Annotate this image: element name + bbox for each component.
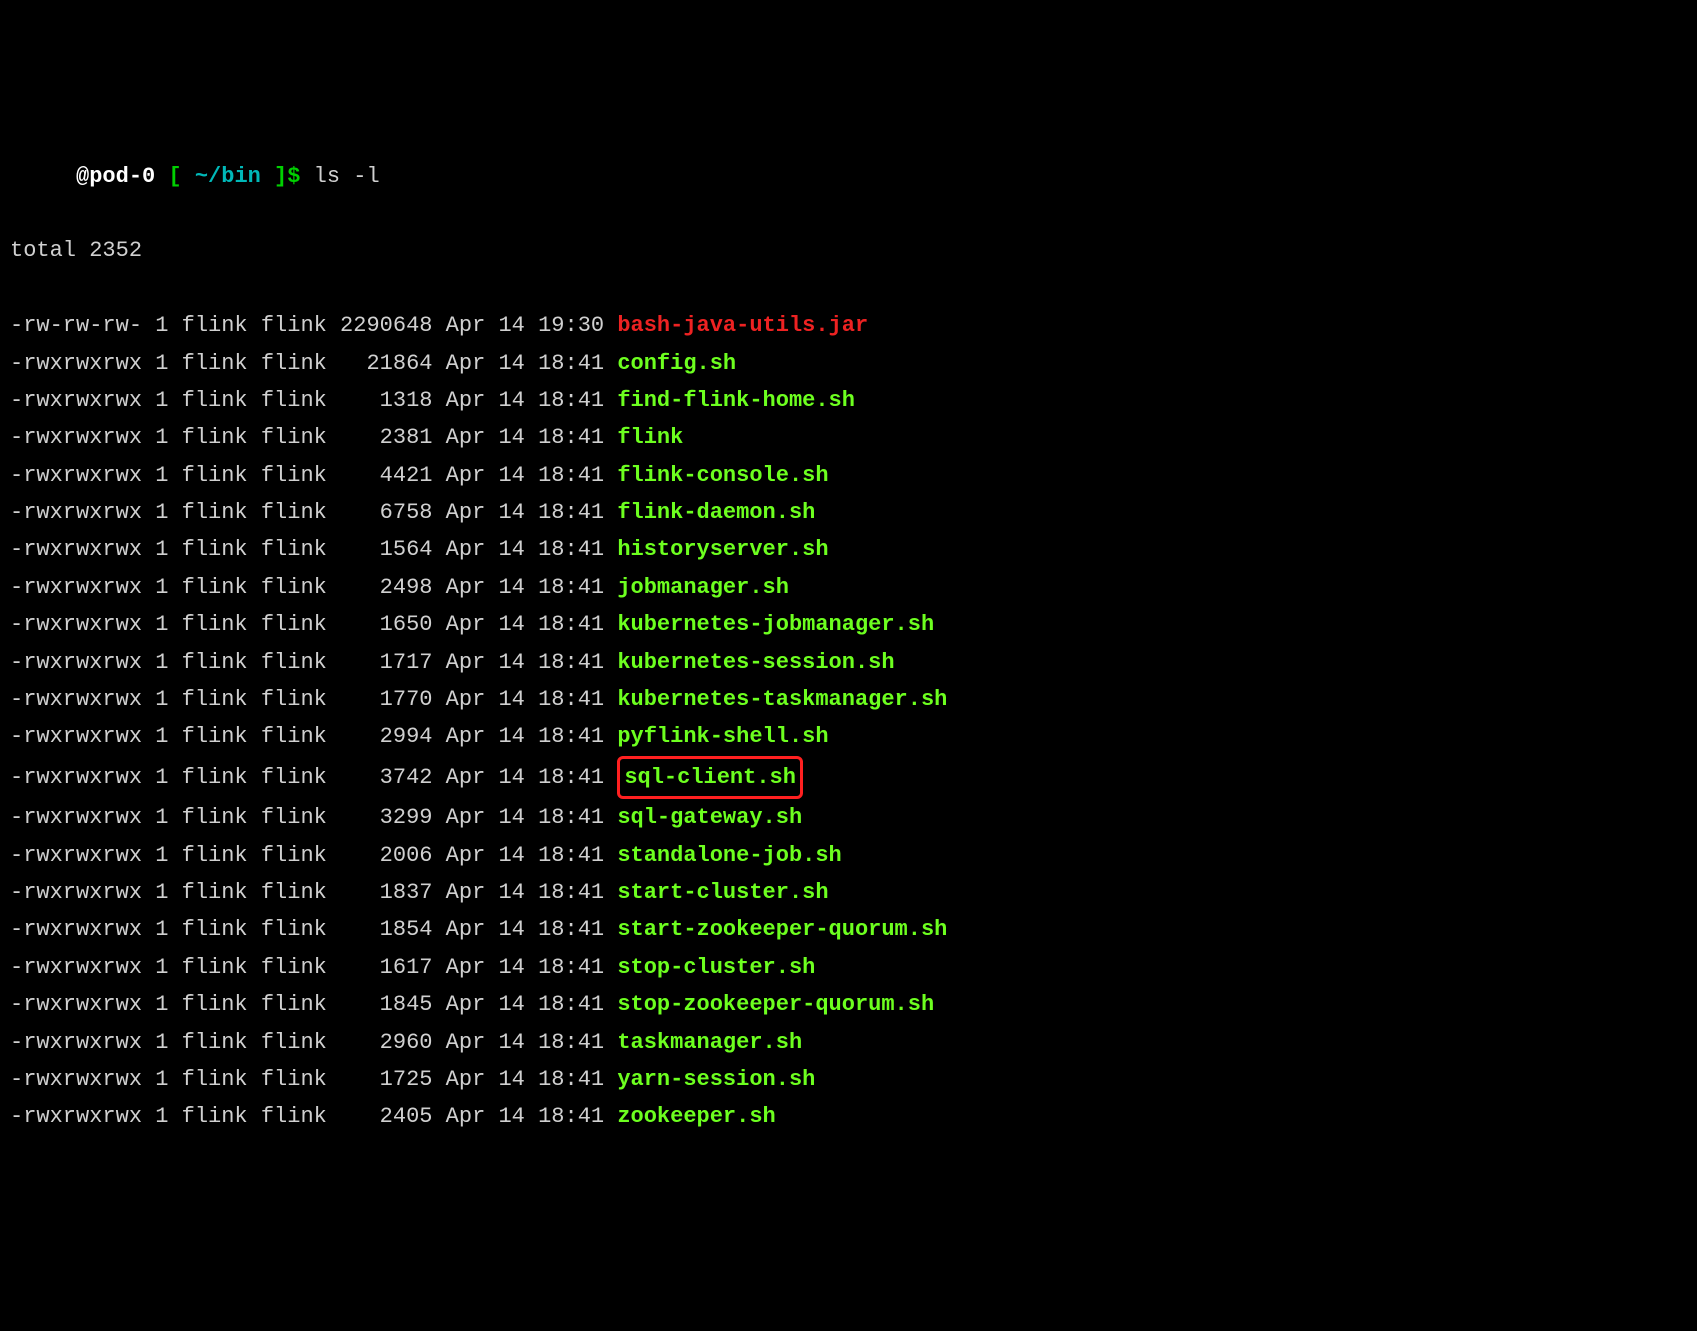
ls-row-filename: kubernetes-taskmanager.sh <box>617 687 947 712</box>
prompt-path: ~/bin <box>195 164 261 189</box>
ls-row-filename: sql-gateway.sh <box>617 805 802 830</box>
ls-row-filename: flink-daemon.sh <box>617 500 815 525</box>
ls-row: -rwxrwxrwx 1 flink flink 6758 Apr 14 18:… <box>10 494 1687 531</box>
prompt-bracket-close: ]$ <box>261 164 314 189</box>
ls-row-meta: -rwxrwxrwx 1 flink flink 1318 Apr 14 18:… <box>10 388 617 413</box>
ls-row-meta: -rwxrwxrwx 1 flink flink 2405 Apr 14 18:… <box>10 1104 617 1129</box>
ls-row-meta: -rwxrwxrwx 1 flink flink 1770 Apr 14 18:… <box>10 687 617 712</box>
ls-row-meta: -rwxrwxrwx 1 flink flink 2960 Apr 14 18:… <box>10 1030 617 1055</box>
ls-row: -rwxrwxrwx 1 flink flink 2405 Apr 14 18:… <box>10 1098 1687 1135</box>
ls-row-filename: kubernetes-jobmanager.sh <box>617 612 934 637</box>
ls-row-filename: config.sh <box>617 351 736 376</box>
ls-row-meta: -rwxrwxrwx 1 flink flink 4421 Apr 14 18:… <box>10 463 617 488</box>
prompt-line[interactable]: @pod-0 [ ~/bin ]$ ls -l <box>10 158 1687 195</box>
ls-row-filename: taskmanager.sh <box>617 1030 802 1055</box>
ls-row-filename: find-flink-home.sh <box>617 388 855 413</box>
ls-row-filename: jobmanager.sh <box>617 575 789 600</box>
ls-row-meta: -rwxrwxrwx 1 flink flink 1837 Apr 14 18:… <box>10 880 617 905</box>
ls-row: -rwxrwxrwx 1 flink flink 1770 Apr 14 18:… <box>10 681 1687 718</box>
ls-row: -rwxrwxrwx 1 flink flink 1650 Apr 14 18:… <box>10 606 1687 643</box>
ls-row-filename: bash-java-utils.jar <box>617 313 868 338</box>
ls-row: -rwxrwxrwx 1 flink flink 2994 Apr 14 18:… <box>10 718 1687 755</box>
ls-row-meta: -rwxrwxrwx 1 flink flink 2498 Apr 14 18:… <box>10 575 617 600</box>
ls-row-filename: start-cluster.sh <box>617 880 828 905</box>
ls-row: -rwxrwxrwx 1 flink flink 2498 Apr 14 18:… <box>10 569 1687 606</box>
ls-row-filename-highlighted: sql-client.sh <box>617 756 803 799</box>
ls-row-meta: -rwxrwxrwx 1 flink flink 1650 Apr 14 18:… <box>10 612 617 637</box>
ls-row-filename: stop-cluster.sh <box>617 955 815 980</box>
ls-row: -rwxrwxrwx 1 flink flink 2381 Apr 14 18:… <box>10 419 1687 456</box>
ls-row-filename: zookeeper.sh <box>617 1104 775 1129</box>
ls-row-meta: -rwxrwxrwx 1 flink flink 1617 Apr 14 18:… <box>10 955 617 980</box>
ls-row: -rwxrwxrwx 1 flink flink 1845 Apr 14 18:… <box>10 986 1687 1023</box>
ls-row-filename: standalone-job.sh <box>617 843 841 868</box>
ls-row: -rwxrwxrwx 1 flink flink 1617 Apr 14 18:… <box>10 949 1687 986</box>
ls-row-meta: -rwxrwxrwx 1 flink flink 2994 Apr 14 18:… <box>10 724 617 749</box>
ls-row: -rwxrwxrwx 1 flink flink 21864 Apr 14 18… <box>10 345 1687 382</box>
ls-row-meta: -rwxrwxrwx 1 flink flink 2381 Apr 14 18:… <box>10 425 617 450</box>
ls-row: -rwxrwxrwx 1 flink flink 3299 Apr 14 18:… <box>10 799 1687 836</box>
ls-row: -rwxrwxrwx 1 flink flink 1837 Apr 14 18:… <box>10 874 1687 911</box>
ls-row: -rwxrwxrwx 1 flink flink 4421 Apr 14 18:… <box>10 457 1687 494</box>
prompt-user-host: @pod-0 <box>76 164 155 189</box>
ls-row-meta: -rwxrwxrwx 1 flink flink 1564 Apr 14 18:… <box>10 537 617 562</box>
ls-row: -rwxrwxrwx 1 flink flink 1725 Apr 14 18:… <box>10 1061 1687 1098</box>
ls-row-filename: start-zookeeper-quorum.sh <box>617 917 947 942</box>
ls-row: -rw-rw-rw- 1 flink flink 2290648 Apr 14 … <box>10 307 1687 344</box>
prompt-command: ls -l <box>314 164 380 189</box>
ls-row-filename: kubernetes-session.sh <box>617 650 894 675</box>
ls-row-meta: -rwxrwxrwx 1 flink flink 6758 Apr 14 18:… <box>10 500 617 525</box>
prompt-bracket-open: [ <box>155 164 195 189</box>
ls-row: -rwxrwxrwx 1 flink flink 1318 Apr 14 18:… <box>10 382 1687 419</box>
ls-row: -rwxrwxrwx 1 flink flink 1717 Apr 14 18:… <box>10 644 1687 681</box>
ls-row-meta: -rwxrwxrwx 1 flink flink 1725 Apr 14 18:… <box>10 1067 617 1092</box>
ls-output: -rw-rw-rw- 1 flink flink 2290648 Apr 14 … <box>10 307 1687 1136</box>
ls-row: -rwxrwxrwx 1 flink flink 1564 Apr 14 18:… <box>10 531 1687 568</box>
ls-row-meta: -rwxrwxrwx 1 flink flink 2006 Apr 14 18:… <box>10 843 617 868</box>
ls-row-meta: -rwxrwxrwx 1 flink flink 3299 Apr 14 18:… <box>10 805 617 830</box>
ls-row-filename: yarn-session.sh <box>617 1067 815 1092</box>
ls-row: -rwxrwxrwx 1 flink flink 2006 Apr 14 18:… <box>10 837 1687 874</box>
ls-row-meta: -rwxrwxrwx 1 flink flink 3742 Apr 14 18:… <box>10 765 617 790</box>
ls-row-filename: historyserver.sh <box>617 537 828 562</box>
ls-row-filename: flink <box>617 425 683 450</box>
ls-row-filename: flink-console.sh <box>617 463 828 488</box>
ls-row-filename: stop-zookeeper-quorum.sh <box>617 992 934 1017</box>
ls-row: -rwxrwxrwx 1 flink flink 3742 Apr 14 18:… <box>10 756 1687 799</box>
ls-row: -rwxrwxrwx 1 flink flink 1854 Apr 14 18:… <box>10 911 1687 948</box>
ls-row-filename: pyflink-shell.sh <box>617 724 828 749</box>
ls-row-meta: -rw-rw-rw- 1 flink flink 2290648 Apr 14 … <box>10 313 617 338</box>
ls-row-meta: -rwxrwxrwx 1 flink flink 1717 Apr 14 18:… <box>10 650 617 675</box>
total-line: total 2352 <box>10 232 1687 269</box>
ls-row-meta: -rwxrwxrwx 1 flink flink 1854 Apr 14 18:… <box>10 917 617 942</box>
ls-row-meta: -rwxrwxrwx 1 flink flink 21864 Apr 14 18… <box>10 351 617 376</box>
ls-row: -rwxrwxrwx 1 flink flink 2960 Apr 14 18:… <box>10 1024 1687 1061</box>
ls-row-meta: -rwxrwxrwx 1 flink flink 1845 Apr 14 18:… <box>10 992 617 1017</box>
